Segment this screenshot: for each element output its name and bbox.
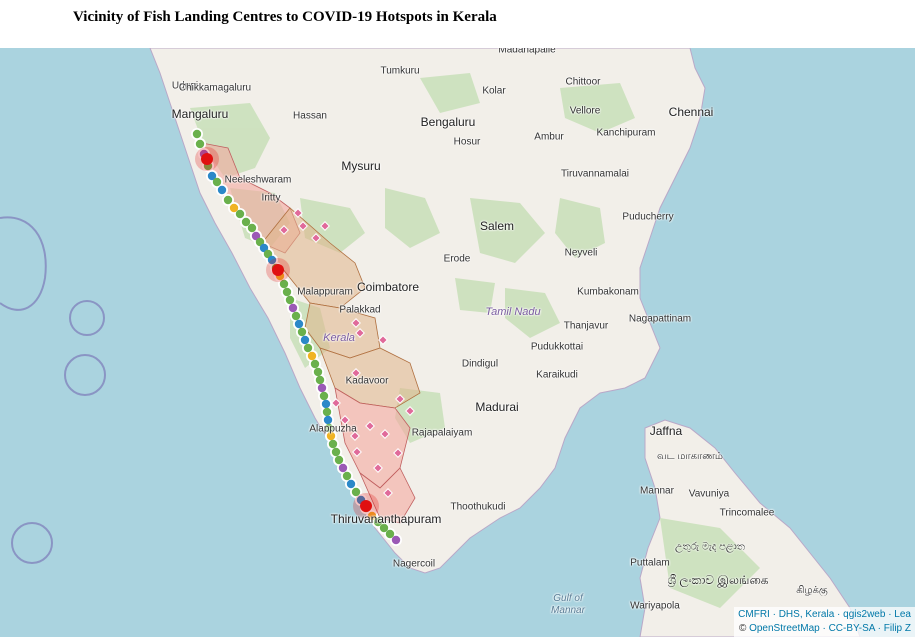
landing-centre-marker[interactable]: [192, 129, 202, 139]
landing-centre-marker[interactable]: [291, 311, 301, 321]
place-label: Alappuzha: [309, 423, 357, 435]
place-label: Hassan: [293, 110, 327, 122]
place-label: Thanjavur: [563, 320, 609, 332]
place-label: Thoothukudi: [450, 501, 506, 513]
place-label: Tiruvannamalai: [561, 168, 629, 180]
landing-centre-marker[interactable]: [217, 185, 227, 195]
place-label: Mangaluru: [171, 107, 229, 121]
place-label: Madanapalle: [498, 48, 556, 56]
landing-centre-marker[interactable]: [235, 209, 245, 219]
landing-centre-marker[interactable]: [294, 319, 304, 329]
place-label: Nagercoil: [392, 558, 436, 570]
ocean-outlines: [0, 216, 106, 564]
place-label: Coimbatore: [356, 280, 420, 294]
place-label: Kerala: [323, 332, 355, 344]
place-label: Malappuram: [297, 286, 353, 298]
place-label: Wariyapola: [630, 600, 680, 612]
attribution-osm-link[interactable]: OpenStreetMap · CC-BY-SA · Filip Z: [749, 623, 911, 634]
place-label: Ambur: [534, 131, 564, 143]
landing-centre-marker[interactable]: [285, 295, 295, 305]
place-label: Hosur: [453, 136, 481, 148]
place-label: Madurai: [475, 400, 519, 414]
landing-centre-marker[interactable]: [307, 351, 317, 361]
title-bar: Vicinity of Fish Landing Centres to COVI…: [0, 0, 915, 48]
landing-centre-marker[interactable]: [321, 399, 331, 409]
place-label: Puducherry: [622, 211, 674, 223]
place-label: Trincomalee: [719, 507, 775, 519]
landing-centre-marker[interactable]: [212, 177, 222, 187]
place-label: උතුරු මැද පළාත: [675, 541, 745, 553]
landing-centre-marker[interactable]: [342, 471, 352, 481]
landing-centre-marker[interactable]: [310, 359, 320, 369]
attribution-links[interactable]: CMFRI · DHS, Kerala · qgis2web · Lea: [738, 609, 911, 620]
landing-centre-marker[interactable]: [322, 407, 332, 417]
place-label: Karaikudi: [536, 369, 578, 381]
landing-centre-marker[interactable]: [229, 203, 239, 213]
place-label: Chittoor: [565, 76, 601, 88]
place-label: வட மாகாணம்: [657, 451, 723, 462]
place-label: Kumbakonam: [577, 286, 639, 298]
place-label: Vellore: [569, 105, 601, 117]
landing-centre-marker[interactable]: [331, 447, 341, 457]
landing-centre-marker[interactable]: [346, 479, 356, 489]
page-title: Vicinity of Fish Landing Centres to COVI…: [73, 9, 497, 25]
place-label: Mannar: [640, 485, 674, 497]
place-label: Iritty: [261, 192, 281, 204]
place-label: Gulf of Mannar: [551, 593, 585, 616]
place-label: Kanchipuram: [596, 127, 656, 139]
landing-centre-marker[interactable]: [317, 383, 327, 393]
landing-centre-marker[interactable]: [385, 529, 395, 539]
place-label: Vavuniya: [688, 488, 730, 500]
landing-centre-marker[interactable]: [282, 287, 292, 297]
map-view[interactable]: Madanapalle Tumkuru Chittoor Udupi Chikkamag…: [0, 48, 915, 637]
place-label: Kolar: [482, 85, 506, 97]
landing-centre-marker[interactable]: [195, 139, 205, 149]
place-label: Tamil Nadu: [485, 306, 541, 318]
place-label: Rajapalaiyam: [411, 427, 473, 439]
map-attribution: CMFRI · DHS, Kerala · qgis2web · Lea © O…: [734, 607, 915, 637]
landing-centre-marker[interactable]: [319, 391, 329, 401]
place-label: Salem: [479, 219, 515, 233]
landing-centre-marker[interactable]: [391, 535, 401, 545]
place-label: Neeleshwaram: [224, 174, 292, 186]
landing-centre-marker[interactable]: [328, 439, 338, 449]
place-label: Thiruvananthapuram: [330, 512, 442, 526]
landing-centre-marker[interactable]: [288, 303, 298, 313]
landing-centre-marker[interactable]: [241, 217, 251, 227]
place-label: Dindigul: [461, 358, 499, 370]
place-label: Mysuru: [341, 159, 381, 173]
place-label: கிழக்கு: [796, 585, 828, 596]
landing-centre-marker[interactable]: [315, 375, 325, 385]
place-label: Chennai: [668, 105, 714, 119]
attribution-copyright: ©: [738, 623, 750, 634]
place-label: Erode: [443, 253, 471, 265]
landing-centre-marker[interactable]: [351, 487, 361, 497]
landing-centre-marker[interactable]: [297, 327, 307, 337]
place-label: Kadavoor: [345, 375, 389, 387]
place-label: ශ්‍රී ලංකාව இலங்கை: [667, 573, 769, 587]
landing-centre-marker[interactable]: [300, 335, 310, 345]
place-label: Jaffna: [649, 424, 683, 438]
landing-centre-marker[interactable]: [313, 367, 323, 377]
place-label: Nagapattinam: [628, 313, 692, 325]
place-label: Bengaluru: [420, 115, 476, 129]
place-label: Puttalam: [630, 557, 670, 569]
place-label: Pudukkottai: [530, 341, 584, 353]
landing-centre-marker[interactable]: [223, 195, 233, 205]
place-label: Palakkad: [339, 304, 381, 316]
landing-centre-marker[interactable]: [338, 463, 348, 473]
place-label: Neyveli: [564, 247, 598, 259]
landing-centre-marker[interactable]: [303, 343, 313, 353]
landing-centre-marker[interactable]: [334, 455, 344, 465]
place-label: Chikkamagaluru: [178, 82, 252, 94]
landing-centre-marker[interactable]: [247, 223, 257, 233]
place-label: Tumkuru: [380, 65, 420, 77]
